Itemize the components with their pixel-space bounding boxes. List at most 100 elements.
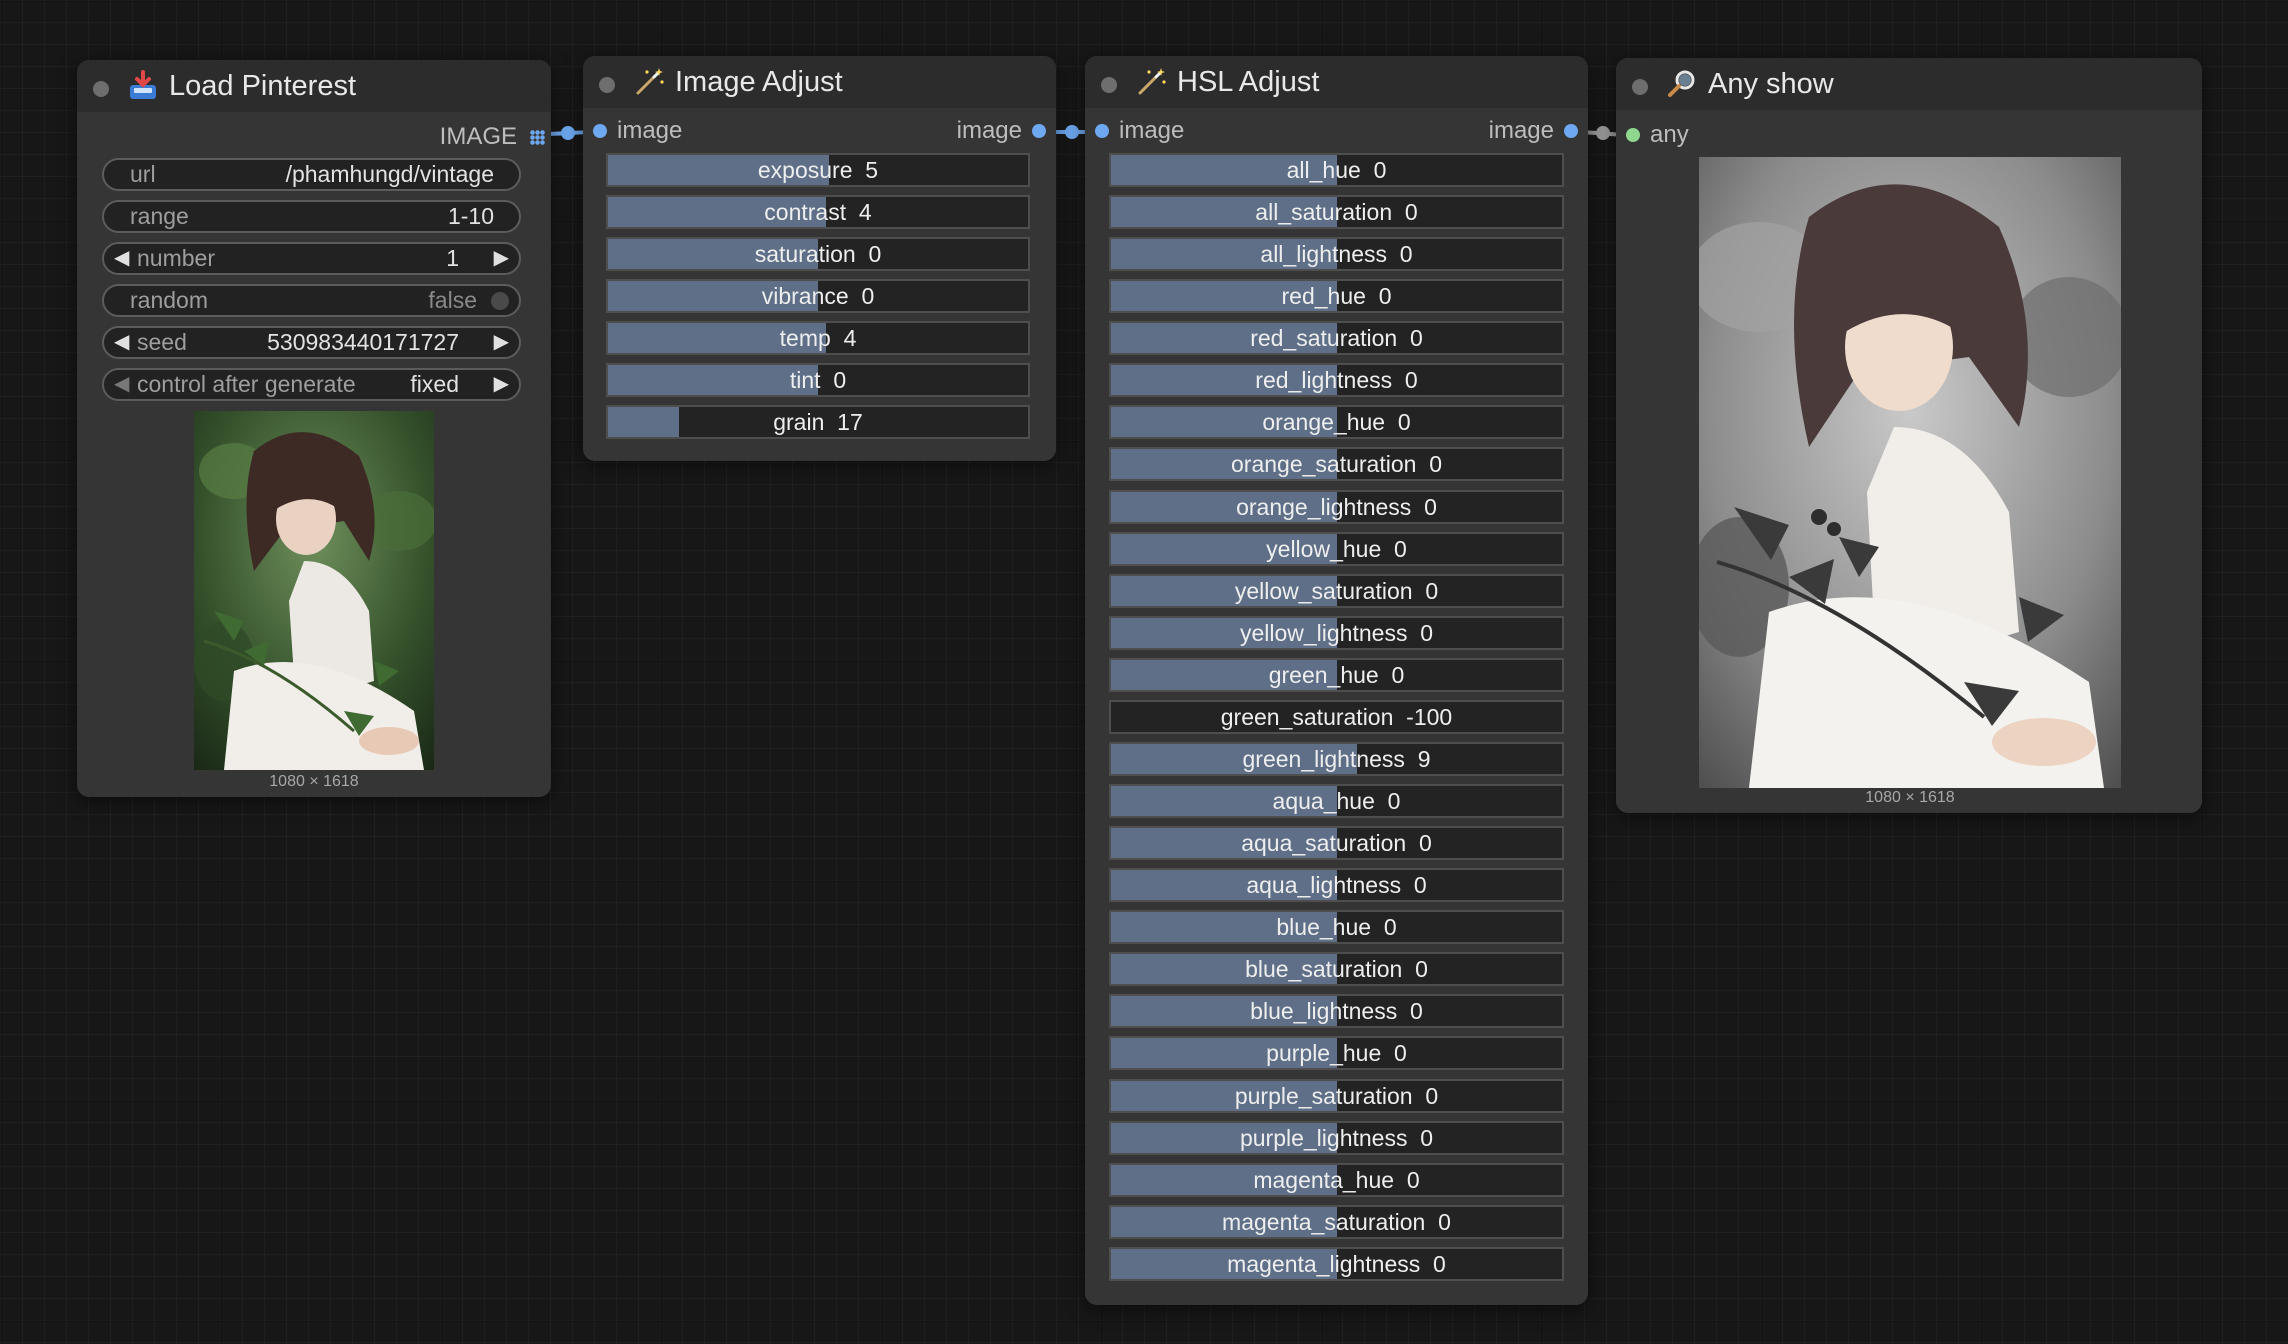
- grid-slot-icon[interactable]: [530, 130, 545, 145]
- slider-orange-hue[interactable]: orange_hue 0: [1109, 405, 1564, 440]
- slider-blue-saturation[interactable]: blue_saturation 0: [1109, 952, 1564, 987]
- hsl-adjust-node[interactable]: HSL Adjust image image all_hue 0 all_satu…: [1085, 56, 1588, 1305]
- collapse-toggle[interactable]: [1101, 77, 1117, 93]
- slider-label: all_lightness: [1260, 241, 1387, 268]
- random-value: false: [428, 287, 477, 313]
- slider-label: yellow_hue: [1266, 535, 1382, 562]
- slider-value: 0: [1410, 325, 1423, 352]
- slider-label: red_saturation: [1250, 325, 1398, 352]
- collapse-toggle[interactable]: [1632, 79, 1648, 95]
- slider-value: 5: [865, 157, 879, 183]
- slider-vibrance[interactable]: vibrance 0: [606, 279, 1030, 313]
- slider-text: magenta_lightness 0: [1111, 1249, 1562, 1279]
- output-slot-label: IMAGE: [439, 123, 517, 150]
- seed-stepper[interactable]: ◀ seed 530983440171727 ▶: [102, 326, 521, 359]
- slider-text: saturation 0: [608, 239, 1028, 269]
- slider-magenta-hue[interactable]: magenta_hue 0: [1109, 1162, 1564, 1197]
- range-field[interactable]: range 1-10: [102, 200, 521, 233]
- node-title: Image Adjust: [675, 66, 843, 98]
- slider-value: 0: [1373, 157, 1387, 183]
- slider-label: green_hue: [1268, 661, 1379, 688]
- load-pinterest-node[interactable]: Load Pinterest IMAGE url /phamhungd/vint…: [77, 60, 551, 797]
- slider-red-hue[interactable]: red_hue 0: [1109, 279, 1564, 314]
- control-after-generate-combo[interactable]: ◀ control after generate fixed ▶: [102, 368, 521, 401]
- slider-red-lightness[interactable]: red_lightness 0: [1109, 363, 1564, 398]
- url-label: url: [130, 161, 156, 187]
- any-show-node[interactable]: Any show any 1080 × 1618: [1616, 58, 2202, 813]
- slider-temp[interactable]: temp 4: [606, 321, 1030, 355]
- slider-all-saturation[interactable]: all_saturation 0: [1109, 195, 1564, 230]
- slider-orange-saturation[interactable]: orange_saturation 0: [1109, 447, 1564, 482]
- slider-label: blue_lightness: [1250, 998, 1398, 1025]
- slider-yellow-saturation[interactable]: yellow_saturation 0: [1109, 573, 1564, 608]
- slider-grain[interactable]: grain 17: [606, 405, 1030, 439]
- slider-yellow-lightness[interactable]: yellow_lightness 0: [1109, 615, 1564, 650]
- collapse-toggle[interactable]: [93, 81, 109, 97]
- output-slot-dot[interactable]: [1564, 124, 1578, 138]
- increment-arrow-icon[interactable]: ▶: [494, 244, 509, 273]
- slider-value: 0: [1383, 914, 1397, 941]
- slider-value: 0: [1397, 409, 1411, 436]
- output-slot-image[interactable]: IMAGE: [77, 122, 551, 152]
- next-arrow-icon[interactable]: ▶: [494, 370, 509, 399]
- slider-green-saturation[interactable]: green_saturation -100: [1109, 699, 1564, 734]
- slider-green-lightness[interactable]: green_lightness 9: [1109, 741, 1564, 776]
- input-slot-any[interactable]: any: [1616, 120, 2202, 150]
- url-value: /phamhungd/vintage: [285, 161, 494, 187]
- slider-saturation[interactable]: saturation 0: [606, 237, 1030, 271]
- slider-yellow-hue[interactable]: yellow_hue 0: [1109, 531, 1564, 566]
- previous-arrow-icon[interactable]: ◀: [114, 370, 129, 399]
- slider-value: 0: [868, 241, 882, 267]
- slider-value: 0: [1438, 1208, 1451, 1235]
- input-slot-label: image: [1119, 117, 1185, 144]
- image-adjust-node[interactable]: Image Adjust image image exposure 5 contr…: [583, 56, 1056, 461]
- slider-purple-hue[interactable]: purple_hue 0: [1109, 1036, 1564, 1071]
- slider-blue-hue[interactable]: blue_hue 0: [1109, 910, 1564, 945]
- input-slot-dot[interactable]: [1626, 128, 1640, 142]
- input-slot-dot[interactable]: [1095, 124, 1109, 138]
- node-header[interactable]: Image Adjust: [583, 56, 1056, 108]
- range-label: range: [130, 203, 189, 229]
- node-header[interactable]: Any show: [1616, 58, 2202, 110]
- slider-aqua-hue[interactable]: aqua_hue 0: [1109, 784, 1564, 819]
- slider-text: green_saturation -100: [1111, 702, 1562, 732]
- url-field[interactable]: url /phamhungd/vintage: [102, 158, 521, 191]
- slider-label: magenta_lightness: [1227, 1250, 1421, 1277]
- output-slot-dot[interactable]: [1032, 124, 1046, 138]
- decrement-arrow-icon[interactable]: ◀: [114, 328, 129, 357]
- slider-purple-lightness[interactable]: purple_lightness 0: [1109, 1120, 1564, 1155]
- slider-magenta-lightness[interactable]: magenta_lightness 0: [1109, 1246, 1564, 1281]
- toggle-knob-icon[interactable]: [491, 292, 509, 310]
- slider-aqua-saturation[interactable]: aqua_saturation 0: [1109, 826, 1564, 861]
- slider-label: yellow_lightness: [1239, 619, 1408, 646]
- slider-all-lightness[interactable]: all_lightness 0: [1109, 237, 1564, 272]
- slider-magenta-saturation[interactable]: magenta_saturation 0: [1109, 1204, 1564, 1239]
- random-toggle[interactable]: random false: [102, 284, 521, 317]
- slider-purple-saturation[interactable]: purple_saturation 0: [1109, 1078, 1564, 1113]
- slider-contrast[interactable]: contrast 4: [606, 195, 1030, 229]
- node-header[interactable]: HSL Adjust: [1085, 56, 1588, 108]
- slider-text: orange_lightness 0: [1111, 492, 1562, 522]
- number-stepper[interactable]: ◀ number 1 ▶: [102, 242, 521, 275]
- slider-label: orange_saturation: [1231, 451, 1417, 478]
- slider-label: blue_saturation: [1245, 956, 1403, 983]
- decrement-arrow-icon[interactable]: ◀: [114, 244, 129, 273]
- node-header[interactable]: Load Pinterest: [77, 60, 551, 112]
- increment-arrow-icon[interactable]: ▶: [494, 328, 509, 357]
- image-size-label: 1080 × 1618: [269, 773, 359, 790]
- slider-label: orange_hue: [1262, 409, 1386, 436]
- slider-orange-lightness[interactable]: orange_lightness 0: [1109, 489, 1564, 524]
- slider-text: red_hue 0: [1111, 281, 1562, 311]
- input-slot-dot[interactable]: [593, 124, 607, 138]
- collapse-toggle[interactable]: [599, 77, 615, 93]
- slider-red-saturation[interactable]: red_saturation 0: [1109, 321, 1564, 356]
- slider-tint[interactable]: tint 0: [606, 363, 1030, 397]
- output-slot-label: image: [956, 117, 1022, 144]
- slider-blue-lightness[interactable]: blue_lightness 0: [1109, 994, 1564, 1029]
- slider-text: grain 17: [608, 407, 1028, 437]
- slider-exposure[interactable]: exposure 5: [606, 153, 1030, 187]
- slider-all-hue[interactable]: all_hue 0: [1109, 153, 1564, 187]
- slider-aqua-lightness[interactable]: aqua_lightness 0: [1109, 868, 1564, 903]
- slider-green-hue[interactable]: green_hue 0: [1109, 657, 1564, 692]
- slider-text: exposure 5: [608, 155, 1028, 185]
